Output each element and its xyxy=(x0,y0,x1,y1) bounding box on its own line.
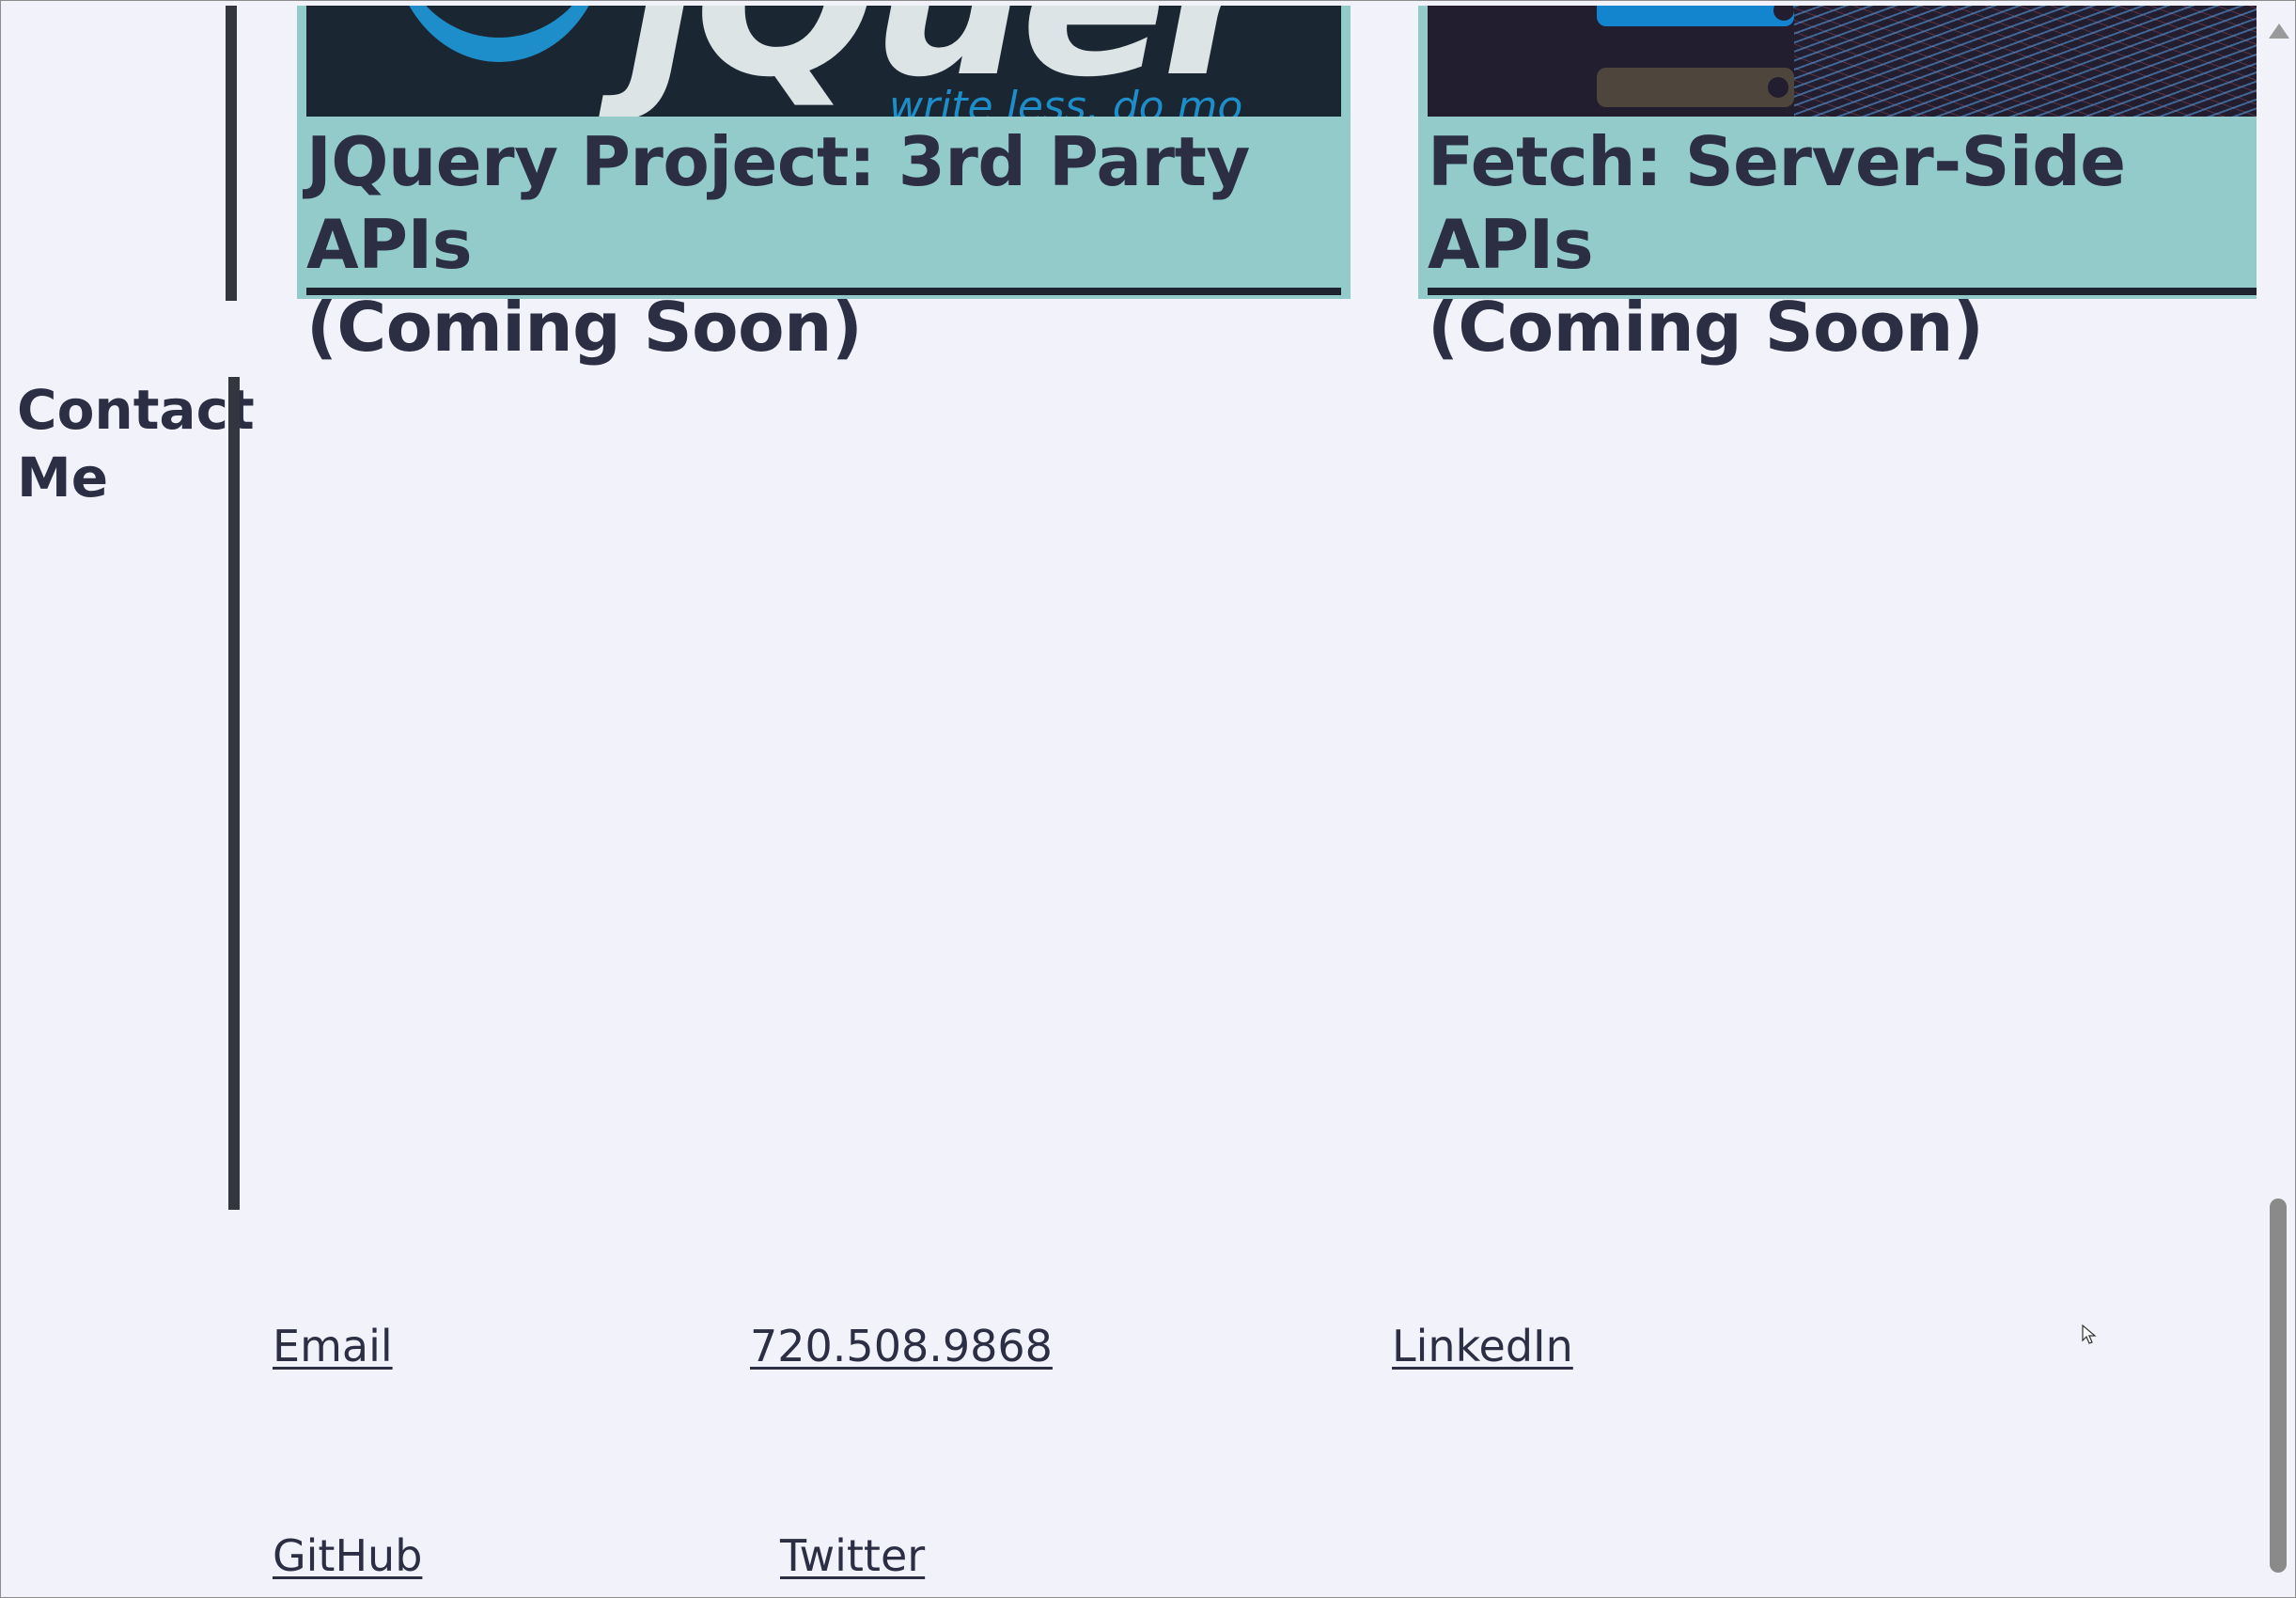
project-title: Fetch: Server-Side APIs (Coming Soon) xyxy=(1428,120,2257,368)
scroll-up-arrow-icon[interactable] xyxy=(2269,24,2289,39)
project-image-jquery: jQuer write less, do mo xyxy=(306,6,1341,117)
section-divider xyxy=(226,6,237,301)
jquery-logo-tagline: write less, do mo xyxy=(889,83,1243,117)
project-title: JQuery Project: 3rd Party APIs (Coming S… xyxy=(306,120,1341,368)
project-card-jquery[interactable]: jQuer write less, do mo JQuery Project: … xyxy=(297,6,1351,367)
contact-heading-line1: Contact xyxy=(17,378,255,442)
project-title-line2: (Coming Soon) xyxy=(1428,288,1984,367)
dot-icon xyxy=(1773,6,1794,21)
project-title-line1: JQuery Project: 3rd Party APIs xyxy=(306,122,1250,284)
ui-bar-graphic xyxy=(1597,68,1794,107)
contact-heading: Contact Me xyxy=(17,376,255,511)
github-link[interactable]: GitHub xyxy=(273,1530,422,1581)
project-title-line2: (Coming Soon) xyxy=(306,288,863,367)
linkedin-link[interactable]: LinkedIn xyxy=(1392,1321,1573,1371)
project-title-underline xyxy=(1428,288,2257,295)
project-title-line1: Fetch: Server-Side APIs xyxy=(1428,122,2126,284)
vertical-scrollbar[interactable] xyxy=(2261,1,2295,1596)
contact-heading-line2: Me xyxy=(17,446,109,509)
project-card-fetch[interactable]: Fetch: Server-Side APIs (Coming Soon) xyxy=(1418,6,2257,367)
section-divider xyxy=(228,377,240,1210)
ui-bar-graphic xyxy=(1597,6,1794,26)
scrollbar-thumb[interactable] xyxy=(2270,1198,2287,1573)
mouse-pointer-icon xyxy=(2082,1324,2097,1344)
phone-link[interactable]: 720.508.9868 xyxy=(750,1321,1053,1371)
project-image-fetch xyxy=(1428,6,2257,117)
wave-lines-graphic xyxy=(1794,6,2257,117)
jquery-logo-icon xyxy=(391,6,607,62)
twitter-link[interactable]: Twitter xyxy=(780,1530,925,1581)
email-link[interactable]: Email xyxy=(273,1321,393,1371)
project-title-underline xyxy=(306,288,1341,295)
dot-icon xyxy=(1768,77,1788,98)
